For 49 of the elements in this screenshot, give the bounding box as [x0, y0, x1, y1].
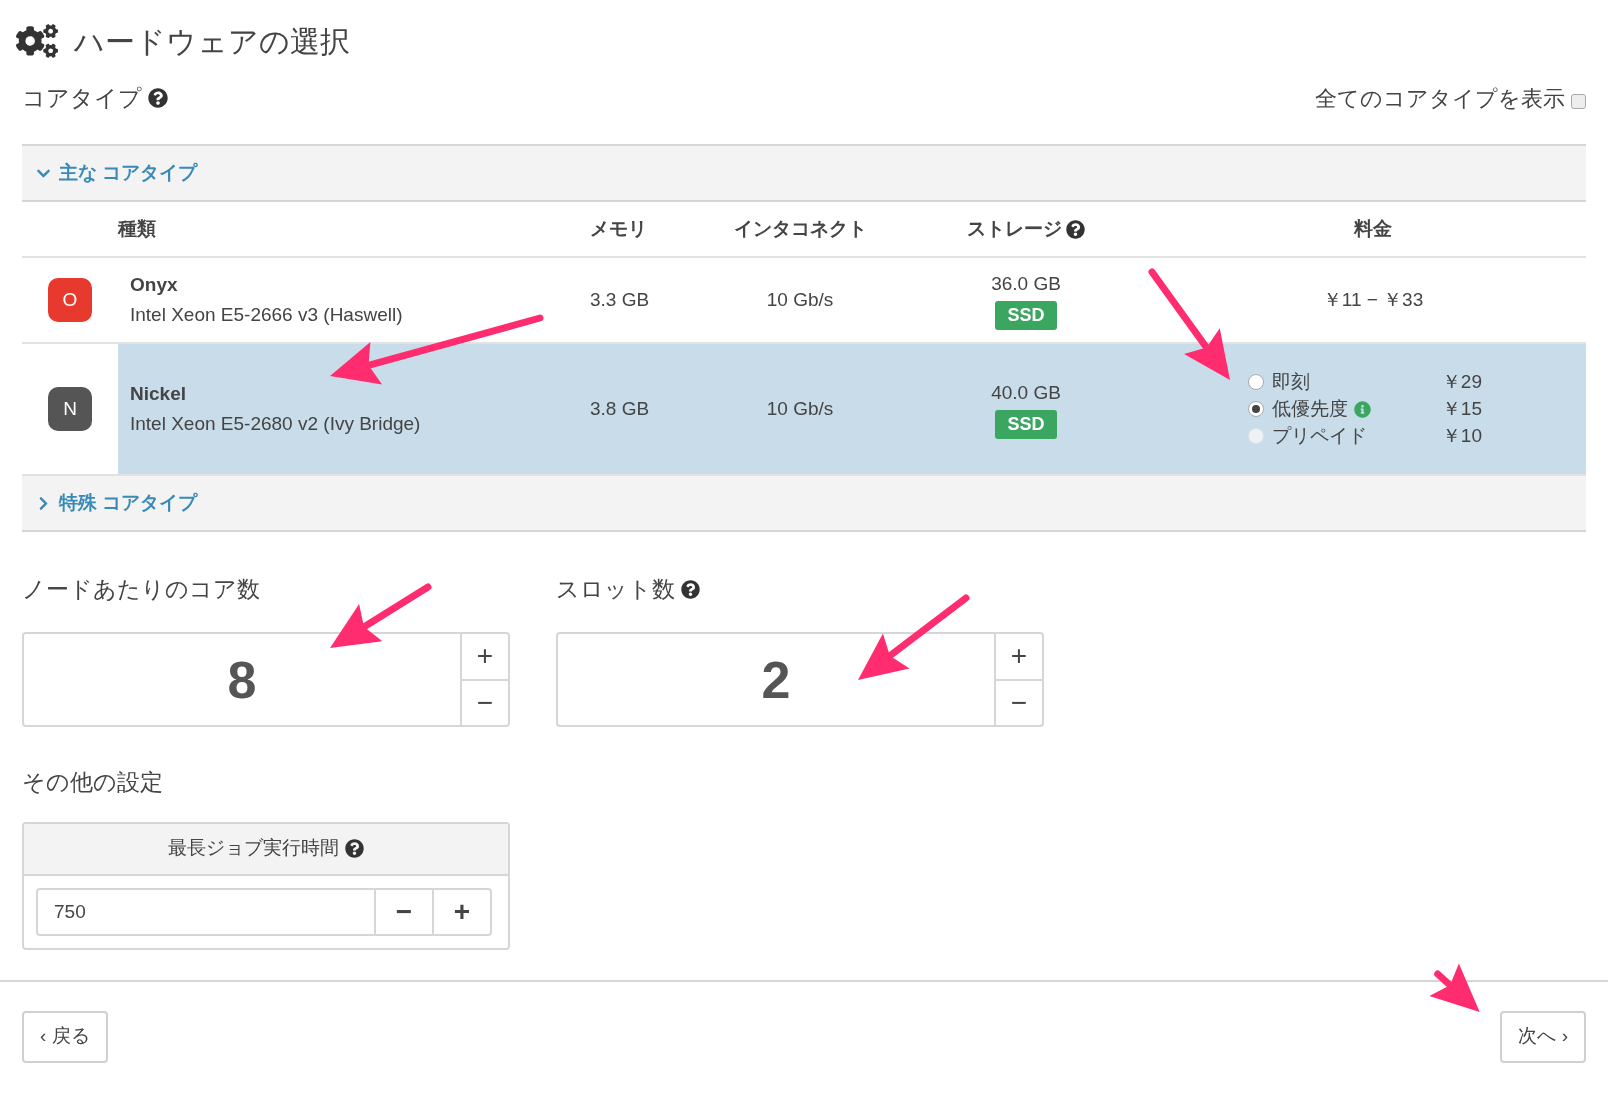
setting-label: 最長ジョブ実行時間: [168, 836, 339, 861]
help-icon[interactable]: [681, 579, 700, 599]
cpu-model: Intel Xeon E5-2680 v2 (Ivy Bridge): [130, 412, 422, 436]
annotation-arrow: [1429, 963, 1480, 1012]
storage-value: 36.0 GB: [991, 272, 1061, 297]
core-type-name: Onyx: [130, 272, 179, 297]
page-title: ハードウェアの選択: [74, 23, 350, 60]
ssd-badge: SSD: [995, 300, 1057, 330]
radio-button[interactable]: [1248, 374, 1264, 390]
radio-button[interactable]: [1248, 401, 1264, 417]
next-button[interactable]: 次へ ›: [1500, 1010, 1586, 1063]
help-icon[interactable]: [1066, 219, 1085, 239]
group-title: 主な コアタイプ: [59, 160, 198, 185]
storage-value: 40.0 GB: [991, 381, 1061, 406]
checkbox-label: 全てのコアタイプを表示: [1315, 84, 1565, 113]
help-icon[interactable]: [148, 88, 168, 108]
memory-value: 3.8 GB: [590, 396, 651, 421]
pricing-option-price: ￥10: [1441, 423, 1482, 448]
pricing-option-label: 低優先度: [1272, 396, 1348, 421]
price-range: ￥11 − ￥33: [1322, 287, 1424, 312]
core-type-name: Nickel: [130, 381, 187, 406]
field-label: ノードあたりのコア数: [22, 574, 260, 604]
show-all-checkbox[interactable]: [1571, 93, 1586, 109]
section-label: その他の設定: [22, 769, 163, 795]
column-header: ストレージ: [967, 216, 1062, 241]
core-type-icon: N: [48, 387, 92, 431]
field-label: スロット数: [556, 574, 675, 604]
back-button[interactable]: ‹ 戻る: [22, 1010, 108, 1063]
section-label: コアタイプ: [22, 83, 142, 113]
core-type-icon: O: [48, 278, 92, 322]
interconnect-value: 10 Gb/s: [765, 287, 835, 312]
table-row[interactable]: Onyx Intel Xeon E5-2666 v3 (Haswell) 3.3 GB 10 Gb/s 36.0 GB SSD ￥11 − ￥33: [118, 258, 1586, 342]
column-header: インタコネクト: [733, 216, 867, 241]
column-header: 種類: [118, 216, 156, 241]
memory-value: 3.3 GB: [590, 287, 651, 312]
runtime-field[interactable]: 750: [36, 887, 376, 936]
decrement-button[interactable]: −: [376, 887, 434, 936]
increment-button[interactable]: +: [434, 887, 492, 936]
ssd-badge: SSD: [995, 409, 1057, 439]
pricing-option-price: ￥29: [1441, 369, 1482, 394]
group-title: 特殊 コアタイプ: [59, 490, 198, 515]
pricing-option-label: 即刻: [1272, 369, 1310, 394]
interconnect-value: 10 Gb/s: [765, 396, 835, 421]
pricing-option-price: ￥15: [1441, 396, 1482, 421]
cpu-model: Intel Xeon E5-2666 v3 (Haswell): [130, 303, 404, 327]
pricing-option-label: プリペイド: [1272, 423, 1367, 448]
help-icon[interactable]: [345, 839, 364, 858]
column-header: 料金: [1354, 216, 1392, 241]
column-header: メモリ: [590, 216, 647, 241]
